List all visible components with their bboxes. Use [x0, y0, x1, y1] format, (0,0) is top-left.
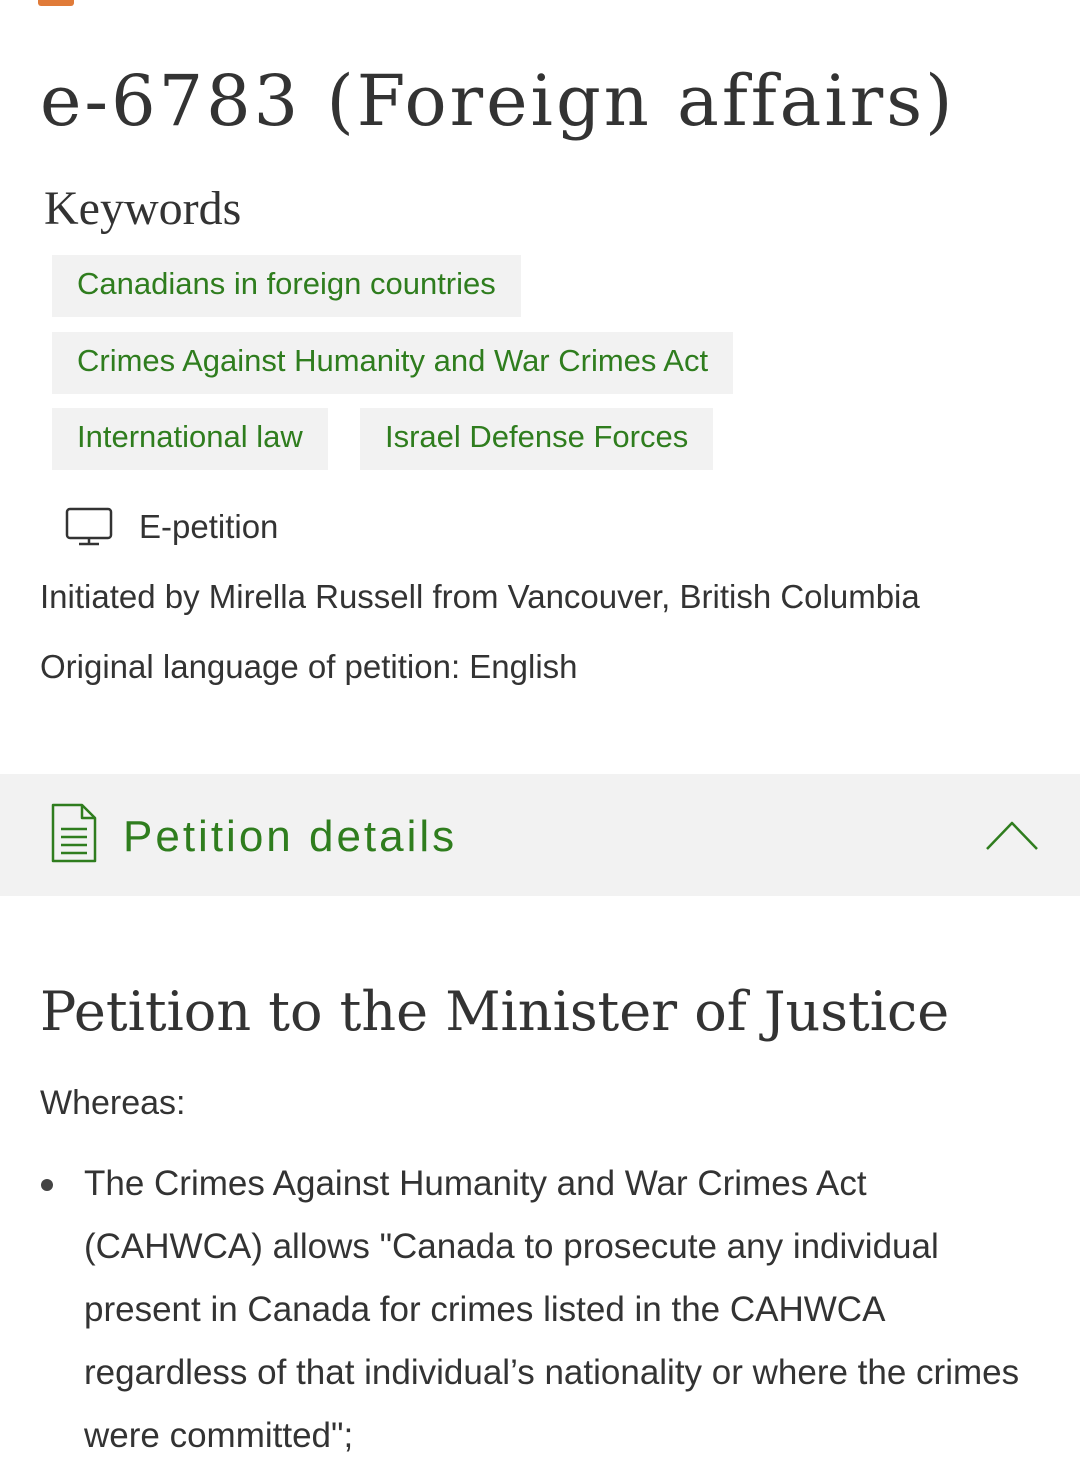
keyword-tag[interactable]: International law: [52, 408, 328, 470]
document-icon: [50, 802, 98, 869]
top-toolbar-fragment: [38, 0, 74, 6]
petition-details-label: Petition details: [123, 812, 458, 861]
petition-details-toggle[interactable]: Petition details: [0, 774, 1080, 896]
keyword-tag[interactable]: Israel Defense Forces: [360, 408, 714, 470]
keyword-tag[interactable]: Crimes Against Humanity and War Crimes A…: [52, 332, 734, 394]
keywords-heading: Keywords: [44, 182, 242, 235]
monitor-icon: [65, 507, 113, 547]
petition-type: E-petition: [65, 505, 278, 549]
whereas-label: Whereas:: [40, 1084, 186, 1122]
petition-clause: The Crimes Against Humanity and War Crim…: [84, 1164, 1020, 1455]
keyword-tag[interactable]: Canadians in foreign countries: [52, 255, 521, 317]
petition-heading: Petition to the Minister of Justice: [40, 980, 950, 1043]
petition-type-label: E-petition: [139, 508, 279, 545]
original-language-line: Original language of petition: English: [40, 648, 578, 685]
initiator-line: Initiated by Mirella Russell from Vancou…: [40, 578, 920, 615]
bullet-marker: [41, 1179, 53, 1191]
page-title: e-6783 (Foreign affairs): [40, 60, 956, 142]
chevron-up-icon[interactable]: [984, 818, 1040, 857]
